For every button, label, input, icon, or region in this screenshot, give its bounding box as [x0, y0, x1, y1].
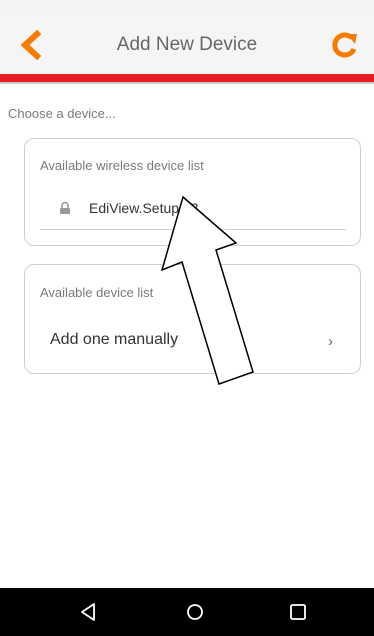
app-header: Add New Device: [0, 10, 374, 74]
triangle-back-icon: [81, 603, 95, 621]
device-list-card: Available device list Add one manually ›: [24, 264, 361, 374]
brand-bar: [0, 74, 374, 82]
lock-icon: [60, 201, 70, 214]
choose-device-label: Choose a device...: [8, 106, 116, 121]
nav-back-button[interactable]: [77, 600, 101, 624]
circle-home-icon: [187, 604, 203, 620]
wireless-device-card: Available wireless device list EdiView.S…: [24, 138, 361, 246]
wireless-device-item[interactable]: EdiView.Setup 03: [40, 197, 346, 230]
system-nav-bar: [0, 588, 374, 636]
status-bar: [0, 0, 374, 10]
nav-home-button[interactable]: [183, 600, 207, 624]
device-list-title: Available device list: [40, 285, 154, 300]
square-recent-icon: [290, 604, 306, 620]
wireless-list-title: Available wireless device list: [40, 158, 204, 173]
add-manually-label: Add one manually: [50, 331, 179, 348]
brand-bar-shadow: [0, 82, 374, 84]
chevron-right-icon: ›: [328, 333, 333, 350]
refresh-icon: [332, 32, 357, 58]
wireless-device-name: EdiView.Setup 03: [89, 200, 199, 216]
nav-recent-button[interactable]: [286, 600, 310, 624]
refresh-button[interactable]: [328, 30, 360, 62]
page-title: Add New Device: [116, 34, 258, 55]
add-manually-button[interactable]: Add one manually ›: [25, 321, 360, 361]
